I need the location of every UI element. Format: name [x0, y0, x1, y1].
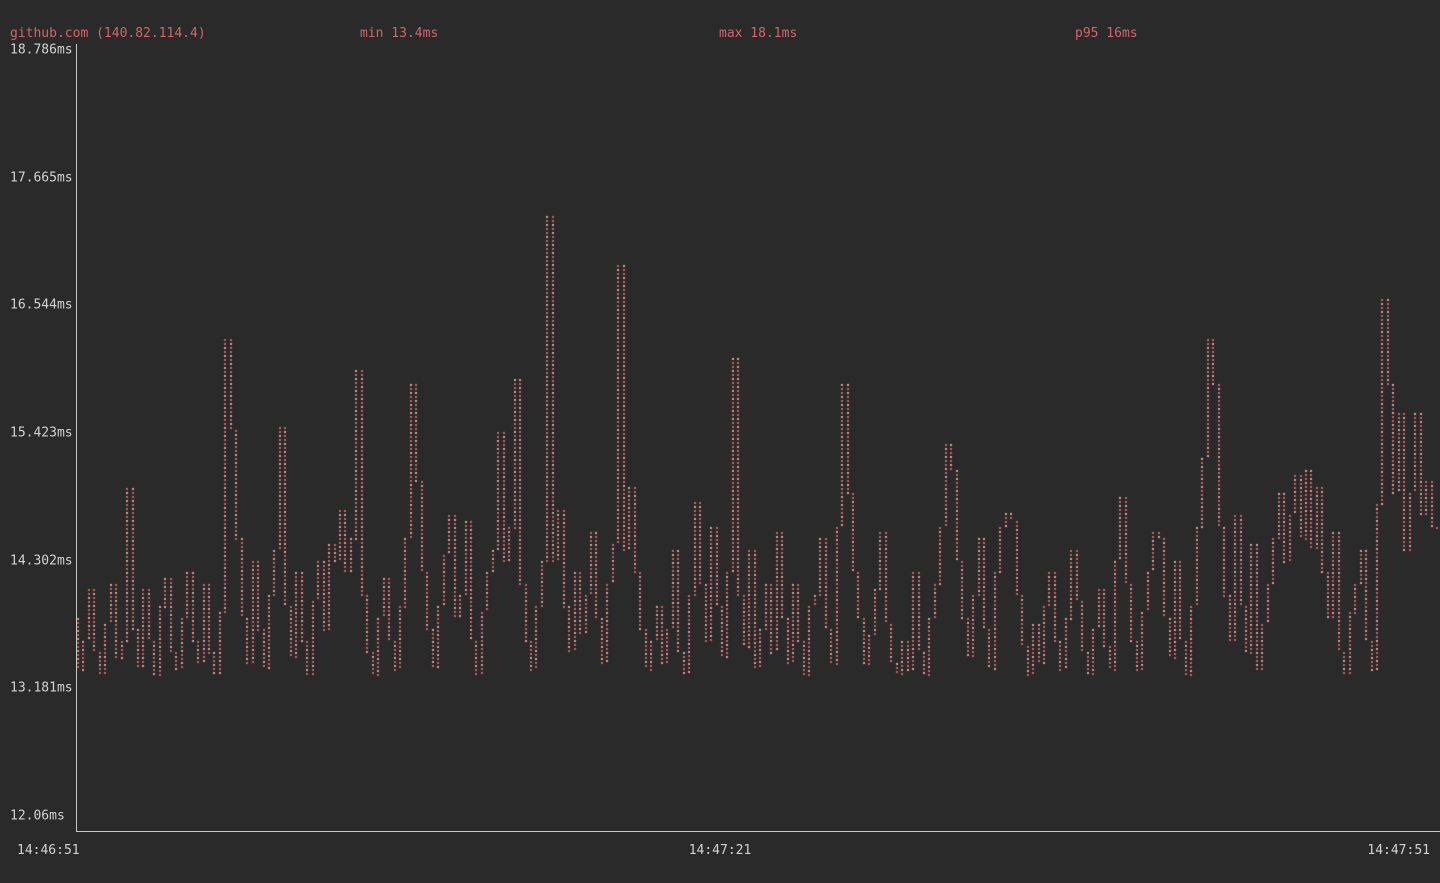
y-axis-tick-label: 15.423ms	[10, 426, 73, 441]
x-axis-line	[76, 831, 1440, 832]
y-axis-tick-label: 18.786ms	[10, 43, 73, 58]
x-axis-tick-middle: 14:47:21	[689, 843, 752, 859]
y-axis-tick-label: 14.302ms	[10, 553, 73, 568]
x-axis-labels: 14:46:51 14:47:21 14:47:51	[0, 843, 1440, 859]
y-axis-tick-label: 16.544ms	[10, 298, 73, 313]
stat-p95: p95 16ms	[1075, 26, 1138, 42]
y-axis-tick-label: 17.665ms	[10, 170, 73, 185]
ping-target-label: github.com (140.82.114.4)	[10, 26, 206, 42]
x-axis-tick-end: 14:47:51	[1367, 843, 1430, 859]
y-axis-tick-label: 12.06ms	[10, 809, 65, 824]
chart-header: github.com (140.82.114.4) min 13.4ms max…	[0, 26, 1440, 42]
stat-min: min 13.4ms	[360, 26, 438, 42]
stat-max: max 18.1ms	[719, 26, 797, 42]
gping-terminal: github.com (140.82.114.4) min 13.4ms max…	[0, 0, 1440, 883]
latency-chart-canvas	[0, 0, 1440, 883]
x-axis-tick-start: 14:46:51	[17, 843, 80, 859]
y-axis-line	[76, 44, 77, 831]
y-axis-tick-label: 13.181ms	[10, 681, 73, 696]
